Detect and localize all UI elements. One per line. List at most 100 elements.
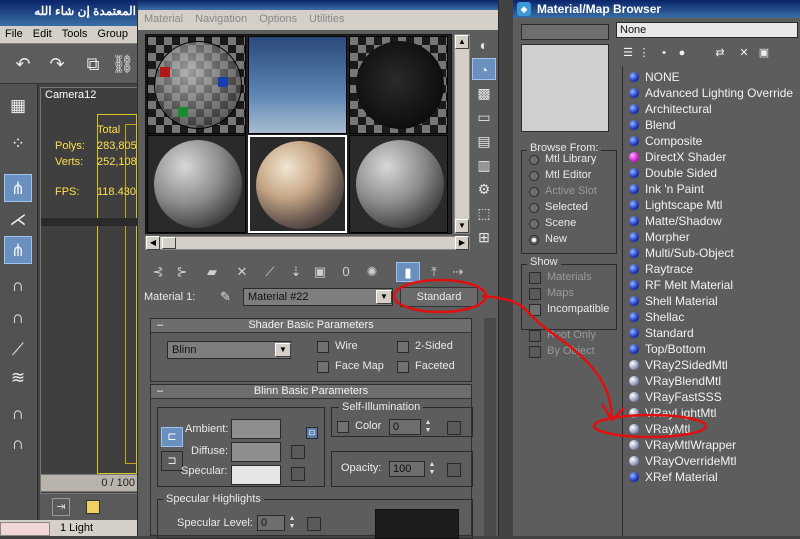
view-list-icon[interactable]: ☰ (620, 44, 636, 62)
self-illum-color-checkbox[interactable] (337, 421, 349, 433)
background-checker-icon[interactable]: ▩ (472, 82, 496, 104)
menu-group[interactable]: Group (92, 26, 133, 42)
specular-level-map-button[interactable] (307, 517, 321, 531)
scroll-up-icon[interactable]: ▲ (455, 35, 469, 49)
menu-file[interactable]: File (0, 26, 28, 42)
magnet-icon[interactable]: ∩ (4, 304, 32, 332)
menu-edit[interactable]: Edit (28, 26, 57, 42)
diffuse-map-button[interactable] (291, 445, 305, 459)
material-navigator-icon[interactable]: ⊞ (472, 226, 496, 248)
delete-icon[interactable]: ✕ (736, 44, 752, 62)
make-unique-icon[interactable]: ⇣ (284, 262, 308, 282)
wire-checkbox[interactable] (317, 341, 329, 353)
spinner-arrows-icon[interactable]: ▲ ▼ (427, 461, 437, 477)
time-slider[interactable]: 0 / 100 (40, 474, 138, 492)
diffuse-swatch[interactable] (231, 442, 281, 462)
menu-options[interactable]: Options (253, 10, 303, 28)
radio-active-slot[interactable] (529, 187, 539, 197)
dots-icon[interactable]: ⁘ (4, 130, 32, 158)
sample-slot-4[interactable] (147, 135, 246, 233)
sample-type-icon[interactable]: ◐ (472, 34, 496, 56)
material-name-input[interactable]: Material #22 (243, 288, 393, 306)
sample-slot-5-selected[interactable] (248, 135, 347, 233)
slots-vertical-scrollbar[interactable]: ▲ ▼ (454, 34, 470, 234)
go-forward-sibling-icon[interactable]: ⇢ (446, 262, 470, 282)
update-scene-icon[interactable]: ⇄ (712, 44, 728, 62)
snap-icon[interactable]: ⋔ (4, 174, 32, 202)
ambient-swatch[interactable] (231, 419, 281, 439)
opacity-input[interactable]: 100 (389, 461, 425, 477)
show-map-icon[interactable]: ✺ (360, 262, 384, 282)
shader-rollout-header[interactable]: – Shader Basic Parameters (151, 319, 471, 333)
root-only-checkbox[interactable] (529, 330, 541, 342)
lock-icon[interactable]: ⊡ (306, 427, 318, 439)
percent-snap-icon[interactable]: ⋔ (4, 236, 32, 264)
spinner-arrows-icon[interactable]: ▲ ▼ (423, 419, 433, 435)
sample-slot-3[interactable] (349, 36, 448, 134)
browser-search-input[interactable] (521, 24, 609, 40)
mirror-icon[interactable]: ⟋ (4, 336, 32, 364)
faceted-checkbox[interactable] (397, 361, 409, 373)
self-illum-map-button[interactable] (447, 421, 461, 435)
opacity-map-button[interactable] (447, 463, 461, 477)
assign-to-selection-icon[interactable]: ▰ (200, 262, 224, 282)
radio-scene[interactable] (529, 219, 539, 229)
sample-slot-2[interactable] (248, 36, 347, 134)
show-incompatible-checkbox[interactable] (529, 304, 541, 316)
shader-dropdown[interactable]: Blinn (167, 341, 291, 359)
redo-icon[interactable]: ↷ (44, 51, 70, 77)
spinner-arrows-icon[interactable]: ▲ ▼ (287, 515, 297, 531)
self-illum-value-input[interactable]: 0 (389, 419, 421, 435)
link-icon[interactable]: ⛓ (110, 51, 136, 77)
backlight-icon[interactable]: ◔ (472, 58, 496, 80)
shader-dropdown-icon[interactable]: ▼ (275, 343, 291, 357)
lock-ambient-diffuse-icon[interactable]: ⊏ (161, 427, 183, 447)
get-material-icon[interactable]: ⊰ (146, 262, 170, 282)
radio-mtl-library[interactable] (529, 155, 539, 165)
radio-selected[interactable] (529, 203, 539, 213)
material-id-icon[interactable]: 0 (334, 262, 358, 282)
radio-new[interactable] (529, 235, 539, 245)
make-copy-icon[interactable]: ⟋ (258, 262, 282, 282)
scroll-left-icon[interactable]: ◀ (146, 236, 160, 250)
specular-swatch[interactable] (231, 465, 281, 485)
video-color-check-icon[interactable]: ▤ (472, 130, 496, 152)
menu-utilities[interactable]: Utilities (303, 10, 350, 28)
specular-map-button[interactable] (291, 467, 305, 481)
two-sided-checkbox[interactable] (397, 341, 409, 353)
clear-library-icon[interactable]: ▣ (756, 44, 772, 62)
sample-slot-1[interactable] (147, 36, 246, 134)
snap-grid-icon[interactable]: ∩ (4, 400, 32, 428)
camera-viewport[interactable]: Camera12 Total Polys: 283,805 Verts: 252… (40, 87, 138, 494)
show-maps-checkbox[interactable] (529, 288, 541, 300)
menu-tools[interactable]: Tools (57, 26, 93, 42)
blinn-rollout-header[interactable]: – Blinn Basic Parameters (151, 385, 471, 399)
sample-uv-tiling-icon[interactable]: ▭ (472, 106, 496, 128)
put-to-scene-icon[interactable]: ⊱ (170, 262, 194, 282)
scroll-thumb[interactable] (162, 237, 176, 249)
reset-map-icon[interactable]: ✕ (230, 262, 254, 282)
group-icon[interactable]: ⧉ (80, 51, 106, 77)
menu-material[interactable]: Material (138, 10, 189, 28)
scroll-down-icon[interactable]: ▼ (455, 219, 469, 233)
material-name-dropdown-icon[interactable]: ▼ (376, 290, 392, 304)
put-to-library-icon[interactable]: ▣ (308, 262, 332, 282)
viewport-label[interactable]: Camera12 (45, 89, 96, 101)
align-icon[interactable]: ≋ (4, 364, 32, 392)
make-preview-icon[interactable]: ▥ (472, 154, 496, 176)
radio-mtl-editor[interactable] (529, 171, 539, 181)
key-mode-icon[interactable]: ⇥ (52, 498, 70, 516)
specular-level-input[interactable]: 0 (257, 515, 285, 531)
spinner-snap-icon[interactable]: ∩ (4, 272, 32, 300)
face-map-checkbox[interactable] (317, 361, 329, 373)
view-list-icons-icon[interactable]: ⋮ (636, 44, 652, 62)
options-icon[interactable]: ⚙ (472, 178, 496, 200)
undo-icon[interactable]: ↶ (10, 51, 36, 77)
key-icon[interactable] (86, 500, 100, 514)
menu-navigation[interactable]: Navigation (189, 10, 253, 28)
view-small-icons-icon[interactable]: • (656, 44, 672, 62)
lock-diffuse-specular-icon[interactable]: ⊐ (161, 451, 183, 471)
scroll-right-icon[interactable]: ▶ (455, 236, 469, 250)
show-materials-checkbox[interactable] (529, 272, 541, 284)
snap-xy-icon[interactable]: ∩ (4, 430, 32, 458)
